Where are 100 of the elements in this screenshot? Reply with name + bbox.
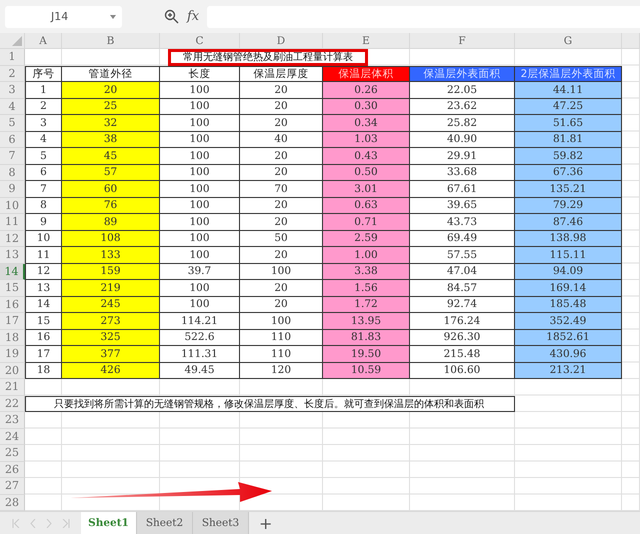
name-box[interactable]: J14: [5, 6, 122, 28]
table-cell: 100: [160, 296, 240, 313]
table-cell: 19.50: [323, 346, 410, 362]
row-header[interactable]: 20: [0, 362, 25, 379]
table-cell: 47.04: [410, 264, 515, 280]
row-header[interactable]: 16: [0, 296, 25, 313]
row-header[interactable]: 8: [0, 164, 25, 181]
column-heading: 保温层体积: [323, 66, 410, 82]
last-sheet-icon[interactable]: [62, 518, 70, 528]
table-cell: 108: [62, 230, 160, 247]
table-cell: 352.49: [515, 313, 622, 330]
table-cell: 926.30: [410, 330, 515, 346]
table-cell: 219: [62, 280, 160, 296]
row-header[interactable]: 10: [0, 198, 25, 214]
table-cell: 0.71: [323, 214, 410, 230]
row-header[interactable]: 21: [0, 379, 25, 396]
sheet-tab[interactable]: Sheet2: [137, 512, 193, 534]
row-header[interactable]: 14: [0, 264, 25, 280]
row-header[interactable]: 23: [0, 412, 25, 428]
table-cell: 110: [240, 346, 323, 362]
table-cell: 20: [240, 247, 323, 264]
table-cell: 40: [240, 132, 323, 148]
table-cell: 49.45: [160, 362, 240, 379]
sheet-tab[interactable]: Sheet1: [81, 512, 137, 534]
table-cell: 8: [25, 198, 62, 214]
table-cell: 111.31: [160, 346, 240, 362]
table-cell: 273: [62, 313, 160, 330]
row-header[interactable]: 26: [0, 462, 25, 478]
table-cell: 213.21: [515, 362, 622, 379]
row-header[interactable]: 19: [0, 346, 25, 362]
table-cell: 120: [240, 362, 323, 379]
table-cell: 100: [160, 132, 240, 148]
table-cell: 100: [160, 230, 240, 247]
column-header[interactable]: A: [25, 33, 62, 49]
row-header[interactable]: 15: [0, 280, 25, 296]
column-header[interactable]: G: [515, 33, 622, 49]
row-header[interactable]: 25: [0, 445, 25, 462]
next-sheet-icon[interactable]: [46, 518, 52, 528]
column-header[interactable]: B: [62, 33, 160, 49]
row-header[interactable]: 5: [0, 115, 25, 132]
table-cell: 16: [25, 330, 62, 346]
table-cell: 25: [62, 98, 160, 115]
row-header[interactable]: 11: [0, 214, 25, 230]
table-cell: 20: [240, 82, 323, 98]
row-header[interactable]: 7: [0, 148, 25, 164]
table-cell: 33.68: [410, 164, 515, 181]
table-cell: 10: [25, 230, 62, 247]
table-cell: 100: [160, 98, 240, 115]
row-header[interactable]: 4: [0, 98, 25, 115]
row-header[interactable]: 3: [0, 82, 25, 98]
table-cell: 23.62: [410, 98, 515, 115]
table-cell: 100: [160, 82, 240, 98]
table-cell: 325: [62, 330, 160, 346]
row-header[interactable]: 22: [0, 396, 25, 412]
table-cell: 135.21: [515, 181, 622, 198]
table-cell: 47.25: [515, 98, 622, 115]
row-header[interactable]: 27: [0, 478, 25, 494]
table-cell: 377: [62, 346, 160, 362]
sheet-tab[interactable]: Sheet3: [193, 512, 249, 534]
zoom-icon[interactable]: [164, 9, 179, 24]
previous-sheet-icon[interactable]: [30, 518, 36, 528]
row-header[interactable]: 9: [0, 181, 25, 198]
row-header[interactable]: 1: [0, 49, 25, 66]
table-cell: 100: [160, 247, 240, 264]
table-cell: 3.01: [323, 181, 410, 198]
select-all-icon[interactable]: [12, 36, 22, 46]
column-header[interactable]: E: [323, 33, 410, 49]
column-heading: 2层保温层外表面积: [515, 66, 622, 82]
column-header[interactable]: [622, 33, 640, 49]
first-sheet-icon[interactable]: [12, 518, 20, 528]
table-cell: 1.56: [323, 280, 410, 296]
column-header[interactable]: D: [240, 33, 323, 49]
column-heading: 序号: [25, 66, 62, 82]
row-header[interactable]: 24: [0, 428, 25, 445]
table-cell: 18: [25, 362, 62, 379]
table-cell: 115.11: [515, 247, 622, 264]
row-header[interactable]: 12: [0, 230, 25, 247]
row-header[interactable]: 18: [0, 330, 25, 346]
table-cell: 15: [25, 313, 62, 330]
table-cell: 39.7: [160, 264, 240, 280]
note-text: 只要找到将所需计算的无缝钢管规格，修改保温层厚度、长度后。就可查到保温层的体积和表面积: [25, 396, 515, 412]
row-header[interactable]: 28: [0, 494, 25, 511]
table-cell: 100: [160, 198, 240, 214]
table-cell: 4: [25, 132, 62, 148]
table-cell: 20: [240, 98, 323, 115]
column-header[interactable]: F: [410, 33, 515, 49]
table-cell: 81.81: [515, 132, 622, 148]
column-header[interactable]: C: [160, 33, 240, 49]
column-heading: 保温层厚度: [240, 66, 323, 82]
table-cell: 89: [62, 214, 160, 230]
row-header[interactable]: 13: [0, 247, 25, 264]
row-header[interactable]: 2: [0, 66, 25, 82]
row-header[interactable]: 6: [0, 132, 25, 148]
table-cell: 50: [240, 230, 323, 247]
table-cell: 70: [240, 181, 323, 198]
column-heading: 长度: [160, 66, 240, 82]
table-cell: 100: [160, 181, 240, 198]
fx-label[interactable]: fx: [187, 9, 200, 24]
add-sheet-button[interactable]: +: [259, 512, 272, 534]
row-header[interactable]: 17: [0, 313, 25, 330]
